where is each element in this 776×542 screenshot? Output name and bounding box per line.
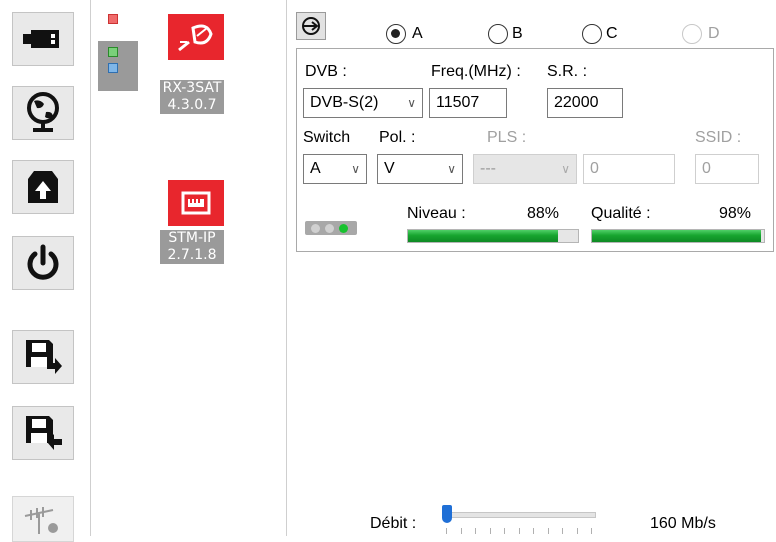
device-name: RX-3SAT — [162, 80, 222, 96]
device-version: 2.7.1.8 — [167, 247, 217, 263]
connect-toggle-button[interactable] — [296, 12, 326, 40]
antenna-button[interactable] — [12, 496, 74, 542]
save-import-button[interactable] — [12, 406, 74, 460]
lock-status-indicator — [305, 221, 357, 235]
slider-tick — [562, 528, 563, 534]
slider-tick — [489, 528, 491, 534]
debit-value: 160 Mb/s — [650, 515, 716, 532]
firmware-box-icon — [28, 171, 58, 203]
green-view-square — [108, 47, 118, 57]
device-stmip[interactable] — [168, 180, 224, 226]
power-button[interactable] — [12, 236, 74, 290]
save-import-icon — [26, 416, 62, 450]
slider-tick — [533, 528, 534, 534]
input-radio-a[interactable] — [386, 24, 406, 44]
power-icon — [27, 244, 59, 280]
led-1 — [311, 224, 320, 233]
usb-icon — [23, 30, 59, 48]
ssid-input: 0 — [695, 154, 759, 184]
slider-tick — [518, 528, 520, 534]
debit-slider-track[interactable] — [442, 512, 596, 518]
antenna-icon — [24, 507, 58, 534]
pol-select[interactable]: V ∨ — [377, 154, 463, 184]
switch-select-value: A — [310, 160, 321, 177]
ssid-label: SSID : — [695, 129, 742, 146]
input-radio-c[interactable] — [582, 24, 602, 44]
led-3 — [339, 224, 348, 233]
sidebar-divider — [90, 0, 91, 536]
pls-label: PLS : — [487, 129, 527, 146]
slider-tick — [446, 528, 447, 534]
firmware-button[interactable] — [12, 160, 74, 214]
niveau-bar — [407, 229, 579, 243]
freq-label: Freq.(MHz) : — [431, 63, 521, 80]
ethernet-port-icon — [181, 191, 211, 215]
slider-tick — [475, 528, 476, 534]
input-radio-b[interactable] — [488, 24, 508, 44]
input-radio-b-label: B — [512, 25, 523, 42]
device-version: 4.3.0.7 — [167, 97, 217, 113]
blue-view-square — [108, 63, 118, 73]
pol-select-value: V — [384, 160, 395, 177]
tuner-settings-panel: DVB : Freq.(MHz) : S.R. : DVB-S(2) ∨ 115… — [296, 48, 774, 252]
slider-tick — [576, 528, 578, 534]
red-view-square[interactable] — [108, 14, 118, 24]
save-export-icon — [26, 340, 62, 374]
input-radio-d — [682, 24, 702, 44]
pls-input: 0 — [583, 154, 675, 184]
pls-select-value: --- — [480, 160, 496, 177]
globe-button[interactable] — [12, 86, 74, 140]
device-stmip-label: STM-IP 2.7.1.8 — [160, 230, 224, 264]
chevron-down-icon: ∨ — [351, 162, 360, 176]
sr-label: S.R. : — [547, 63, 588, 80]
dvb-select[interactable]: DVB-S(2) ∨ — [303, 88, 423, 118]
qualite-value: 98% — [719, 205, 752, 222]
arrow-in-circle-icon — [302, 17, 320, 35]
pls-select: --- ∨ — [473, 154, 577, 184]
device-rx3sat[interactable] — [168, 14, 224, 60]
niveau-bar-fill — [408, 230, 558, 242]
niveau-label: Niveau : — [407, 205, 466, 222]
chevron-down-icon: ∨ — [561, 162, 570, 176]
freq-input[interactable]: 11507 — [429, 88, 507, 118]
debit-slider-ticks — [446, 528, 592, 534]
qualite-label: Qualité : — [591, 205, 651, 222]
device-list-divider — [286, 0, 287, 536]
qualite-bar — [591, 229, 765, 243]
slider-tick — [460, 528, 462, 534]
save-export-button[interactable] — [12, 330, 74, 384]
switch-label: Switch — [303, 129, 351, 146]
led-2 — [325, 224, 334, 233]
dvb-select-value: DVB-S(2) — [310, 94, 379, 111]
slider-tick — [504, 528, 505, 534]
chevron-down-icon: ∨ — [447, 162, 456, 176]
globe-icon — [27, 92, 59, 132]
switch-select[interactable]: A ∨ — [303, 154, 367, 184]
qualite-bar-fill — [592, 230, 761, 242]
device-name: STM-IP — [168, 230, 216, 246]
niveau-value: 88% — [527, 205, 560, 222]
usb-button[interactable] — [12, 12, 74, 66]
input-radio-c-label: C — [606, 25, 618, 42]
view-group-selected[interactable] — [98, 41, 138, 91]
slider-tick — [547, 528, 549, 534]
slider-tick — [591, 528, 592, 534]
debit-label: Débit : — [370, 515, 417, 532]
input-radio-a-label: A — [412, 25, 423, 42]
chevron-down-icon: ∨ — [407, 96, 416, 110]
satellite-dish-icon — [178, 24, 213, 52]
debit-slider-thumb[interactable] — [442, 505, 452, 523]
input-radio-d-label: D — [708, 25, 720, 42]
device-rx3sat-label: RX-3SAT 4.3.0.7 — [160, 80, 224, 114]
pol-label: Pol. : — [379, 129, 416, 146]
dvb-label: DVB : — [305, 63, 347, 80]
sr-input[interactable]: 22000 — [547, 88, 623, 118]
